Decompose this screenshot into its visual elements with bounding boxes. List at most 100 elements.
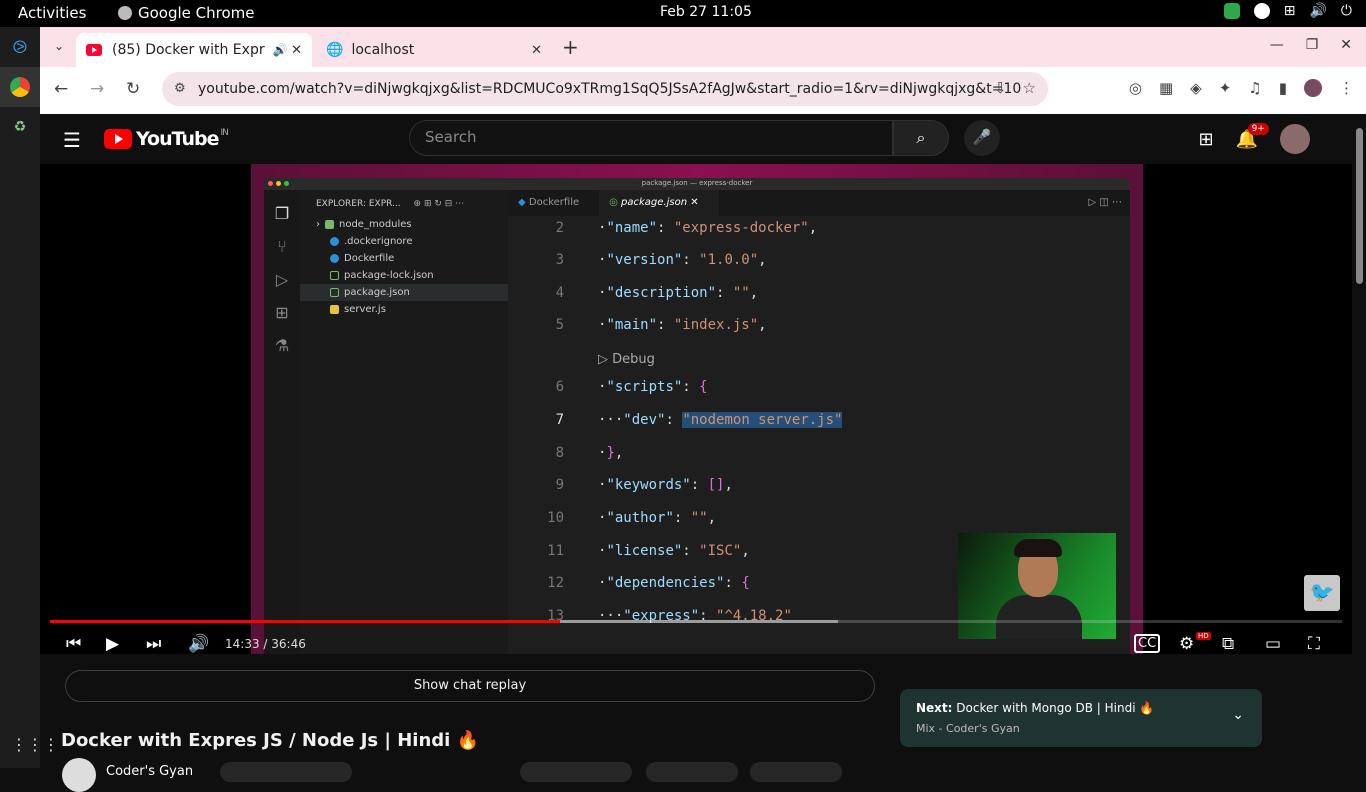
create-video-icon[interactable]: ⊞ <box>1198 129 1213 150</box>
fullscreen-icon[interactable]: ⛶ <box>1308 634 1320 654</box>
side-panel-icon[interactable]: ▮ <box>1279 79 1287 97</box>
browser-toolbar: ← → ↻ ⚙ youtube.com/watch?v=diNjwgkqjxg&… <box>40 67 1366 114</box>
app-menu[interactable]: Google Chrome <box>118 4 255 22</box>
editor-tab-active: ◎ package.json ✕ <box>599 190 719 216</box>
editor-tab-label: package.json <box>621 197 688 208</box>
npm-icon <box>330 288 339 297</box>
puzzle-icon[interactable]: ✦ <box>1219 79 1232 97</box>
npm-icon: ◎ <box>609 197 622 208</box>
voice-search-button[interactable]: 🎤 <box>964 120 1000 156</box>
previous-icon[interactable]: ⏮ <box>66 634 81 654</box>
search-button[interactable]: ⌕ <box>893 120 949 156</box>
volume-icon[interactable]: 🔊 <box>1309 3 1326 19</box>
activities-button[interactable]: Activities <box>18 4 86 22</box>
notification-badge: 9+ <box>1247 122 1269 135</box>
new-tab-button[interactable]: + <box>562 35 579 59</box>
close-icon: ✕ <box>690 197 699 208</box>
menu-icon[interactable]: ☰ <box>63 128 81 152</box>
reload-button[interactable]: ↻ <box>126 79 140 99</box>
traffic-lights <box>268 181 289 186</box>
next-video-title: Docker with Mongo DB | Hindi 🔥 <box>956 701 1155 715</box>
settings-icon[interactable]: ⚙ <box>1179 634 1194 654</box>
update-icon[interactable] <box>1223 3 1240 19</box>
youtube-header: ☰ YouTube IN Search ⌕ 🎤 ⊞ 🔔 9+ <box>40 114 1352 164</box>
channel-row: Coder's Gyan <box>62 758 193 792</box>
time-display: 14:33 / 36:46 <box>225 637 306 651</box>
explorer-title-text: EXPLORER: EXPR... <box>316 199 401 209</box>
network-icon[interactable]: ⊞ <box>1284 3 1296 19</box>
extension-icon[interactable]: ◈ <box>1190 79 1202 97</box>
tab-localhost[interactable]: 🌐 localhost ✕ <box>316 33 552 67</box>
vscode-launcher[interactable]: ⧁ <box>0 27 40 67</box>
source-control-icon: ⑂ <box>277 237 287 256</box>
extension-icon[interactable]: ◎ <box>1129 79 1142 97</box>
debug-codelens: ▷ Debug <box>598 352 655 367</box>
chrome-launcher[interactable] <box>0 67 40 107</box>
code-line: ···"dev": "nodemon server.js" <box>598 412 843 428</box>
install-app-icon[interactable]: ⇩ <box>994 79 1007 97</box>
subscribe-button[interactable] <box>220 762 352 782</box>
tab-search-icon[interactable]: ⌄ <box>54 39 64 53</box>
docker-icon: ◆ <box>518 197 529 208</box>
file-item: server.js <box>300 301 508 318</box>
captions-icon[interactable]: CC <box>1134 634 1161 653</box>
file-name: Dockerfile <box>344 253 395 264</box>
account-avatar[interactable] <box>1280 124 1310 154</box>
skype-icon[interactable] <box>1253 3 1270 19</box>
file-item: package.json <box>300 284 508 301</box>
forward-button[interactable]: → <box>90 79 104 99</box>
youtube-logo[interactable]: YouTube IN <box>104 128 229 150</box>
profile-avatar[interactable] <box>1304 79 1322 97</box>
like-button[interactable] <box>520 762 632 782</box>
theater-mode-icon[interactable]: ▭ <box>1265 634 1281 654</box>
restore-icon[interactable]: ❐ <box>1306 37 1319 53</box>
download-button[interactable] <box>750 762 842 782</box>
trash-launcher[interactable]: ♻ <box>0 107 40 147</box>
line-number: 9 <box>555 477 564 493</box>
power-icon[interactable]: ⏻ <box>1341 3 1352 19</box>
mic-icon: 🎤 <box>972 128 992 146</box>
line-number: 5 <box>555 317 564 333</box>
site-info-icon[interactable]: ⚙ <box>174 81 186 96</box>
line-number: 2 <box>555 220 564 236</box>
chevron-down-icon[interactable]: ⌄ <box>1232 707 1244 723</box>
minimize-icon[interactable]: — <box>1270 37 1284 53</box>
play-icon[interactable]: ▶ <box>106 634 119 654</box>
chevron-right-icon: › <box>316 219 320 230</box>
notifications-button[interactable]: 🔔 9+ <box>1236 122 1269 150</box>
close-tab-icon[interactable]: ✕ <box>291 43 302 58</box>
chrome-menu-icon[interactable]: ⋮ <box>1339 79 1354 97</box>
extension-icon[interactable]: ▦ <box>1159 79 1173 97</box>
system-tray[interactable]: ⊞ 🔊 ⏻ <box>1223 3 1352 19</box>
close-window-icon[interactable]: ✕ <box>1340 37 1352 53</box>
share-button[interactable] <box>646 762 738 782</box>
progress-bar[interactable] <box>50 620 1342 623</box>
next-icon[interactable]: ⏭ <box>146 634 161 654</box>
channel-name[interactable]: Coder's Gyan <box>106 758 193 792</box>
channel-watermark-icon[interactable]: 🐦 <box>1304 575 1340 611</box>
video-player[interactable]: package.json — express-docker ❐ ⑂ ▷ ⊞ ⚗ … <box>40 164 1352 654</box>
page-scrollbar[interactable] <box>1352 114 1366 768</box>
channel-avatar[interactable] <box>62 758 96 792</box>
show-chat-replay-button[interactable]: Show chat replay <box>65 670 875 702</box>
close-tab-icon[interactable]: ✕ <box>531 43 542 58</box>
search-input[interactable]: Search <box>409 120 893 156</box>
editor-tabs: ◆ Dockerfile ◎ package.json ✕ ▷ ◫ ⋯ <box>508 190 1130 216</box>
docker-icon <box>330 254 339 263</box>
address-bar[interactable]: ⚙ youtube.com/watch?v=diNjwgkqjxg&list=R… <box>162 72 1048 106</box>
url-text[interactable]: youtube.com/watch?v=diNjwgkqjxg&list=RDC… <box>198 81 1021 97</box>
bookmark-star-icon[interactable]: ☆ <box>1023 79 1036 97</box>
miniplayer-icon[interactable]: ⧉ <box>1222 634 1234 654</box>
speaker-icon[interactable]: 🔊 <box>273 43 288 57</box>
media-controls-icon[interactable]: ♫ <box>1248 79 1261 97</box>
show-apps-icon[interactable]: ⋮⋮⋮ <box>11 735 59 754</box>
system-top-bar: Activities Google Chrome Feb 27 11:05 ⊞ … <box>0 0 1366 27</box>
clock[interactable]: Feb 27 11:05 <box>660 4 752 20</box>
explorer-sidebar: EXPLORER: EXPR... ⊕ ⊞ ↻ ⊟ ⋯ › node_module… <box>300 190 508 654</box>
next-subtitle: Mix - Coder's Gyan <box>916 722 1020 735</box>
tab-youtube[interactable]: (85) Docker with Expr 🔊 ✕ <box>76 33 312 67</box>
back-button[interactable]: ← <box>54 79 68 99</box>
scrollbar-thumb[interactable] <box>1356 128 1363 284</box>
up-next-card[interactable]: Next: Docker with Mongo DB | Hindi 🔥 Mix… <box>900 689 1262 747</box>
volume-icon[interactable]: 🔊 <box>188 634 209 654</box>
